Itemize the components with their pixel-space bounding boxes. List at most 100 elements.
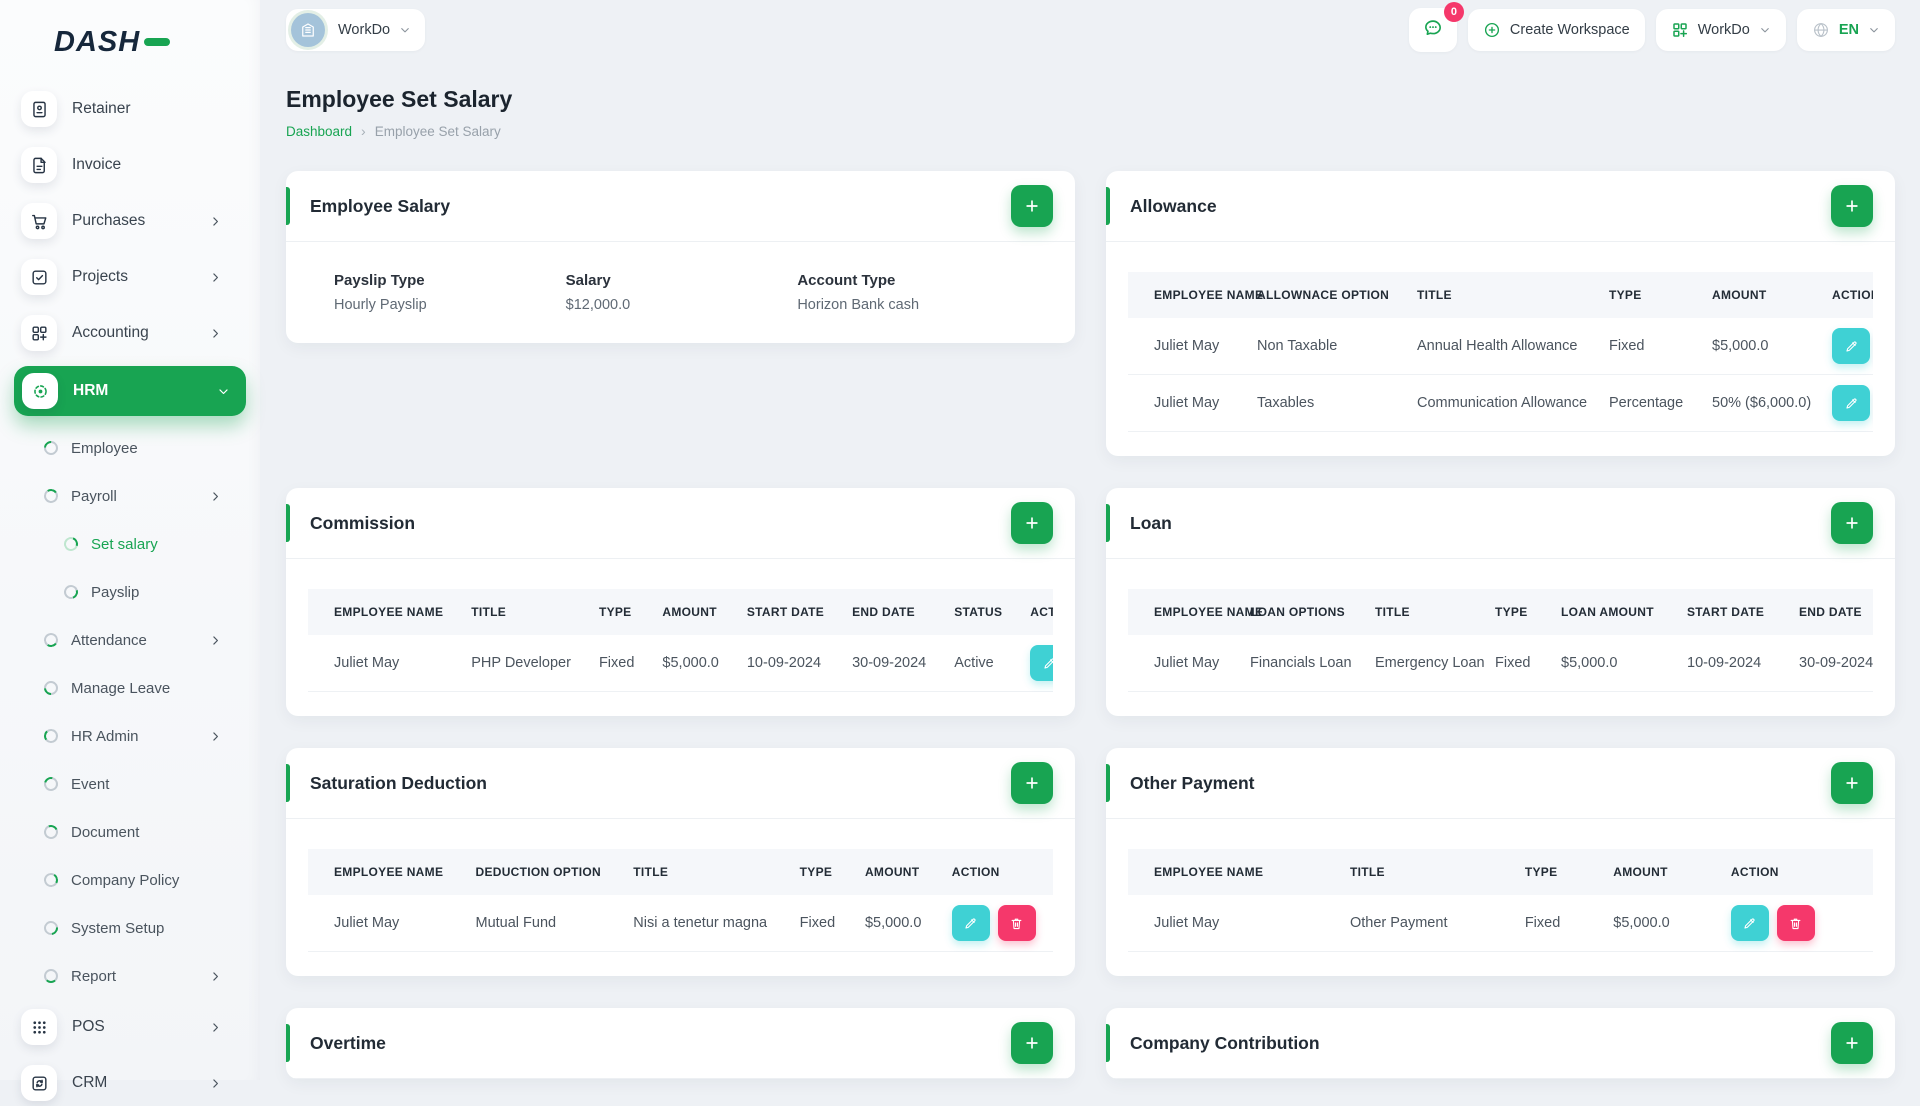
table-cell: PHP Developer bbox=[457, 635, 585, 692]
sidebar-item-hrm[interactable]: HRM bbox=[14, 366, 246, 416]
sidebar-item-employee[interactable]: Employee bbox=[0, 428, 260, 468]
table-actions-cell bbox=[937, 895, 1053, 952]
info-value: Horizon Bank cash bbox=[797, 297, 920, 313]
card-title: Commission bbox=[310, 512, 416, 533]
edit-button[interactable] bbox=[951, 905, 990, 941]
table-cell: Juliet May bbox=[1128, 318, 1243, 375]
bullet-icon bbox=[42, 487, 60, 505]
edit-button[interactable] bbox=[1832, 328, 1870, 364]
trash-icon bbox=[1009, 916, 1024, 931]
allowance-add-button[interactable] bbox=[1831, 185, 1873, 227]
overtime-add-button[interactable] bbox=[1011, 1022, 1053, 1064]
chevron-right-icon bbox=[209, 490, 222, 503]
info-value: $12,000.0 bbox=[565, 297, 631, 313]
bullet-icon bbox=[41, 438, 61, 458]
table-cell: Juliet May bbox=[1128, 374, 1243, 432]
sidebar-item-retainer[interactable]: Retainer bbox=[0, 86, 260, 132]
edit-button[interactable] bbox=[1030, 645, 1053, 681]
sidebar-item-payroll[interactable]: Payroll bbox=[0, 476, 260, 516]
commission-add-button[interactable] bbox=[1011, 502, 1053, 544]
sidebar-item-label: Company Policy bbox=[71, 871, 180, 889]
plus-icon bbox=[1023, 197, 1041, 215]
table-scroll-area[interactable]: EMPLOYEE NAME DEDUCTION OPTION TITLE TYPE AM… bbox=[308, 849, 1053, 952]
sidebar-item-label: HR Admin bbox=[71, 727, 139, 745]
sidebar-item-label: Set salary bbox=[91, 535, 158, 553]
table-cell: $5,000.0 bbox=[1698, 318, 1818, 375]
table-scroll-area[interactable]: EMPLOYEE NAME TITLE TYPE AMOUNT ACTION Juliet… bbox=[1128, 849, 1873, 952]
loan-add-button[interactable] bbox=[1831, 502, 1873, 544]
table-cell: Fixed bbox=[584, 635, 649, 692]
brand-logo-dash-icon bbox=[144, 38, 171, 46]
sidebar-item-report[interactable]: Report bbox=[0, 956, 260, 996]
sidebar-item-payslip[interactable]: Payslip bbox=[0, 572, 260, 612]
table-scroll-area[interactable]: EMPLOYEE NAME LOAN OPTIONS TITLE TYPE LOAN A… bbox=[1128, 589, 1873, 692]
delete-button[interactable] bbox=[1776, 905, 1815, 941]
messages-button[interactable]: 0 bbox=[1408, 2, 1464, 52]
edit-button[interactable] bbox=[1832, 385, 1870, 421]
workspace-selector-label: WorkDo bbox=[338, 22, 391, 38]
other-payment-add-button[interactable] bbox=[1831, 762, 1873, 804]
card-header: Employee Salary bbox=[286, 171, 1075, 242]
column-header-title: TITLE bbox=[1417, 288, 1452, 302]
table-cell: Annual Health Allowance bbox=[1403, 318, 1595, 375]
column-header-amount: AMOUNT bbox=[1613, 865, 1668, 879]
sidebar-item-projects[interactable]: Projects bbox=[0, 254, 260, 300]
table-actions-cell bbox=[1716, 895, 1873, 952]
column-header-loan-amount: LOAN AMOUNT bbox=[1561, 605, 1654, 619]
allowance-table: EMPLOYEE NAME ALLOWNACE OPTION TITLE TYPE AM… bbox=[1128, 272, 1873, 432]
table-scroll-area[interactable]: EMPLOYEE NAME ALLOWNACE OPTION TITLE TYPE AM… bbox=[1128, 272, 1873, 432]
table-cell: Percentage bbox=[1595, 374, 1698, 432]
card-other-payment: Other Payment EMPLOYEE NAME TITLE TYPE AMOUN… bbox=[1106, 748, 1895, 976]
plus-icon bbox=[1023, 774, 1041, 792]
chevron-right-icon bbox=[209, 215, 222, 228]
loan-table: EMPLOYEE NAME LOAN OPTIONS TITLE TYPE LOAN A… bbox=[1128, 589, 1873, 692]
column-header-end-date: END DATE bbox=[852, 605, 915, 619]
language-selector[interactable]: EN bbox=[1796, 9, 1895, 51]
column-header-start-date: START DATE bbox=[746, 605, 825, 619]
company-contribution-add-button[interactable] bbox=[1831, 1022, 1873, 1064]
table-cell: $5,000.0 bbox=[1599, 895, 1717, 952]
sidebar-item-accounting[interactable]: Accounting bbox=[0, 310, 260, 356]
column-header-type: TYPE bbox=[1524, 865, 1558, 879]
chevron-down-icon bbox=[399, 24, 411, 36]
table-cell: Mutual Fund bbox=[461, 895, 620, 952]
sidebar-item-system-setup[interactable]: System Setup bbox=[0, 908, 260, 948]
sidebar-item-document[interactable]: Document bbox=[0, 812, 260, 852]
card-commission: Commission EMPLOYEE NAME TITLE TYPE AMOUNT ST… bbox=[286, 488, 1075, 716]
brand-logo[interactable]: DASH bbox=[0, 0, 260, 64]
card-body: EMPLOYEE NAME TITLE TYPE AMOUNT START DATE EN… bbox=[286, 559, 1075, 716]
sidebar-item-crm[interactable]: CRM bbox=[0, 1060, 260, 1106]
workdo-menu-button[interactable]: WorkDo bbox=[1655, 9, 1786, 51]
sidebar-item-manage-leave[interactable]: Manage Leave bbox=[0, 668, 260, 708]
sidebar-item-company-policy[interactable]: Company Policy bbox=[0, 860, 260, 900]
sidebar-item-invoice[interactable]: Invoice bbox=[0, 142, 260, 188]
create-workspace-button[interactable]: Create Workspace bbox=[1467, 9, 1645, 51]
info-label: Payslip Type bbox=[334, 272, 425, 289]
sidebar-nav: Retainer Invoice Purchases Projects Accounti… bbox=[0, 86, 260, 1106]
sidebar-item-label: Attendance bbox=[71, 631, 147, 649]
workspace-selector[interactable]: WorkDo bbox=[286, 9, 426, 51]
sidebar-item-pos[interactable]: POS bbox=[0, 1004, 260, 1050]
sidebar-item-label: System Setup bbox=[71, 919, 165, 937]
sidebar-item-hr-admin[interactable]: HR Admin bbox=[0, 716, 260, 756]
sidebar: DASH Retainer Invoice Purchases Projects Acc… bbox=[0, 0, 260, 1101]
workdo-menu-label: WorkDo bbox=[1697, 22, 1750, 38]
sidebar-item-attendance[interactable]: Attendance bbox=[0, 620, 260, 660]
saturation-deduction-add-button[interactable] bbox=[1011, 762, 1053, 804]
table-scroll-area[interactable]: EMPLOYEE NAME TITLE TYPE AMOUNT START DATE EN… bbox=[308, 589, 1053, 692]
employee-salary-add-button[interactable] bbox=[1011, 185, 1053, 227]
projects-icon bbox=[21, 259, 57, 295]
card-body: EMPLOYEE NAME DEDUCTION OPTION TITLE TYPE AM… bbox=[286, 819, 1075, 976]
delete-button[interactable] bbox=[997, 905, 1036, 941]
plus-icon bbox=[1843, 514, 1861, 532]
sidebar-item-purchases[interactable]: Purchases bbox=[0, 198, 260, 244]
pencil-icon bbox=[963, 916, 978, 931]
edit-button[interactable] bbox=[1730, 905, 1769, 941]
column-header-type: TYPE bbox=[1495, 605, 1528, 619]
building-icon bbox=[291, 13, 325, 47]
sidebar-item-event[interactable]: Event bbox=[0, 764, 260, 804]
breadcrumb-dashboard-link[interactable]: Dashboard bbox=[286, 124, 352, 139]
plus-icon bbox=[1023, 1034, 1041, 1052]
cards-grid: Employee Salary Payslip Type Hourly Paysli… bbox=[286, 171, 1895, 1079]
sidebar-item-set-salary[interactable]: Set salary bbox=[0, 524, 260, 564]
